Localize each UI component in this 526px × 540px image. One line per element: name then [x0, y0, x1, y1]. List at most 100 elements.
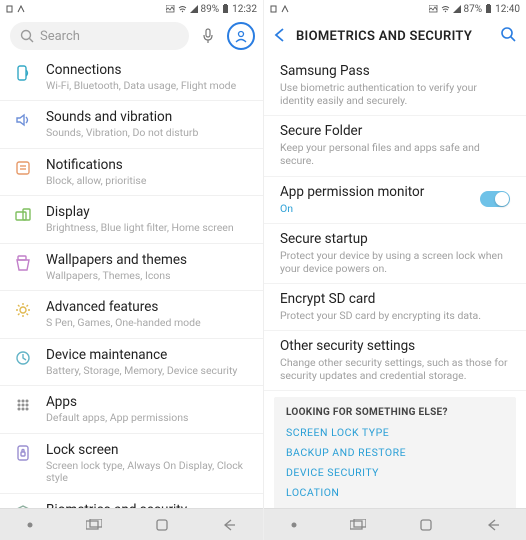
search-input[interactable]: Search [10, 22, 189, 50]
clock: 12:40 [495, 4, 520, 15]
nav-back[interactable] [222, 518, 236, 532]
security-row[interactable]: Secure Folder Keep your personal files an… [264, 116, 526, 176]
row-subtitle: Use biometric authentication to verify y… [280, 81, 510, 107]
row-title: Notifications [46, 157, 251, 174]
page-title: BIOMETRICS AND SECURITY [296, 29, 490, 44]
toggle-switch[interactable] [480, 191, 510, 207]
battery-pct: 87% [464, 4, 483, 15]
person-icon [234, 29, 248, 43]
looking-link[interactable]: BACKUP AND RESTORE [286, 446, 504, 459]
signal-icon [190, 5, 198, 13]
arrow-icon [17, 5, 25, 13]
mic-button[interactable] [195, 23, 221, 49]
search-row: Search [0, 18, 263, 54]
settings-row-display[interactable]: DisplayBrightness, Blue light filter, Ho… [0, 196, 263, 243]
row-title: Connections [46, 62, 251, 79]
battery-alt-icon [270, 5, 278, 13]
row-title: Advanced features [46, 299, 251, 316]
nav-back[interactable] [486, 518, 500, 532]
settings-row-connections[interactable]: ConnectionsWi-Fi, Bluetooth, Data usage,… [0, 54, 263, 101]
looking-link[interactable]: DEVICE SECURITY [286, 466, 504, 479]
image-icon [166, 5, 175, 13]
sound-icon [10, 109, 36, 129]
maint-icon [10, 347, 36, 367]
security-row[interactable]: Samsung Pass Use biometric authentication… [264, 56, 526, 116]
settings-row-notif[interactable]: NotificationsBlock, allow, prioritise [0, 149, 263, 196]
settings-row-bio[interactable]: Biometrics and securityIntelligent Scan,… [0, 494, 263, 508]
row-title: Samsung Pass [280, 63, 510, 79]
settings-row-wall[interactable]: Wallpapers and themesWallpapers, Themes,… [0, 244, 263, 291]
header: BIOMETRICS AND SECURITY [264, 18, 526, 54]
row-title: Other security settings [280, 338, 510, 354]
display-icon [10, 204, 36, 224]
row-title: Lock screen [46, 442, 251, 459]
nav-home[interactable] [419, 518, 433, 532]
settings-row-apps[interactable]: AppsDefault apps, App permissions [0, 386, 263, 433]
arrow-icon [281, 5, 289, 13]
row-title: Secure Folder [280, 123, 510, 139]
row-title: Secure startup [280, 231, 510, 247]
looking-link[interactable]: SCREEN LOCK TYPE [286, 426, 504, 439]
nav-expand[interactable] [27, 522, 33, 528]
row-subtitle: Brightness, Blue light filter, Home scre… [46, 222, 251, 235]
looking-box: LOOKING FOR SOMETHING ELSE? SCREEN LOCK T… [274, 397, 516, 508]
search-placeholder: Search [40, 29, 80, 44]
security-row[interactable]: App permission monitor On [264, 177, 526, 224]
row-subtitle: S Pen, Games, One-handed mode [46, 317, 251, 330]
security-row[interactable]: Secure startup Protect your device by usi… [264, 224, 526, 284]
adv-icon [10, 299, 36, 319]
phone-settings: 89% 12:32 Search ConnectionsWi-Fi, Bluet… [0, 0, 263, 540]
security-row[interactable]: Other security settings Change other secu… [264, 331, 526, 391]
wifi-icon [441, 5, 450, 13]
row-title: Display [46, 204, 251, 221]
looking-link[interactable]: LOCATION [286, 486, 504, 499]
row-subtitle: Wallpapers, Themes, Icons [46, 270, 251, 283]
image-icon [429, 5, 438, 13]
biometrics-list: Samsung Pass Use biometric authentication… [264, 54, 526, 508]
clock: 12:32 [232, 4, 257, 15]
row-subtitle: Screen lock type, Always On Display, Clo… [46, 460, 251, 485]
settings-list: ConnectionsWi-Fi, Bluetooth, Data usage,… [0, 54, 263, 508]
signal-icon [453, 5, 461, 13]
battery-pct: 89% [201, 4, 220, 15]
row-subtitle: Sounds, Vibration, Do not disturb [46, 127, 251, 140]
wall-icon [10, 252, 36, 272]
account-button[interactable] [227, 22, 255, 50]
settings-row-sound[interactable]: Sounds and vibrationSounds, Vibration, D… [0, 101, 263, 148]
wifi-icon [178, 5, 187, 13]
row-subtitle: Change other security settings, such as … [280, 356, 510, 382]
row-title: Apps [46, 394, 251, 411]
row-title: Sounds and vibration [46, 109, 251, 126]
row-subtitle: Wi-Fi, Bluetooth, Data usage, Flight mod… [46, 80, 251, 93]
row-title: App permission monitor [280, 184, 480, 200]
row-title: Encrypt SD card [280, 291, 510, 307]
battery-alt-icon [6, 5, 14, 13]
nav-recents[interactable] [350, 519, 366, 531]
settings-row-adv[interactable]: Advanced featuresS Pen, Games, One-hande… [0, 291, 263, 338]
row-subtitle: Keep your personal files and apps safe a… [280, 141, 510, 167]
battery-icon [222, 4, 229, 14]
nav-recents[interactable] [86, 519, 102, 531]
security-row[interactable]: Encrypt SD card Protect your SD card by e… [264, 284, 526, 331]
row-title: Wallpapers and themes [46, 252, 251, 269]
status-bar: 87% 12:40 [264, 0, 526, 18]
row-status: On [280, 202, 480, 215]
nav-bar [0, 508, 263, 540]
nav-expand[interactable] [291, 522, 297, 528]
row-subtitle: Protect your device by using a screen lo… [280, 249, 510, 275]
looking-title: LOOKING FOR SOMETHING ELSE? [286, 407, 504, 418]
row-subtitle: Default apps, App permissions [46, 412, 251, 425]
back-button[interactable] [274, 27, 286, 46]
search-button[interactable] [500, 26, 516, 46]
row-subtitle: Protect your SD card by encrypting its d… [280, 309, 510, 322]
settings-row-maint[interactable]: Device maintenanceBattery, Storage, Memo… [0, 339, 263, 386]
row-title: Device maintenance [46, 347, 251, 364]
lock-icon [10, 442, 36, 462]
battery-icon [485, 4, 492, 14]
nav-bar [264, 508, 526, 540]
settings-row-lock[interactable]: Lock screenScreen lock type, Always On D… [0, 434, 263, 494]
apps-icon [10, 394, 36, 414]
nav-home[interactable] [155, 518, 169, 532]
row-subtitle: Battery, Storage, Memory, Device securit… [46, 365, 251, 378]
notif-icon [10, 157, 36, 177]
